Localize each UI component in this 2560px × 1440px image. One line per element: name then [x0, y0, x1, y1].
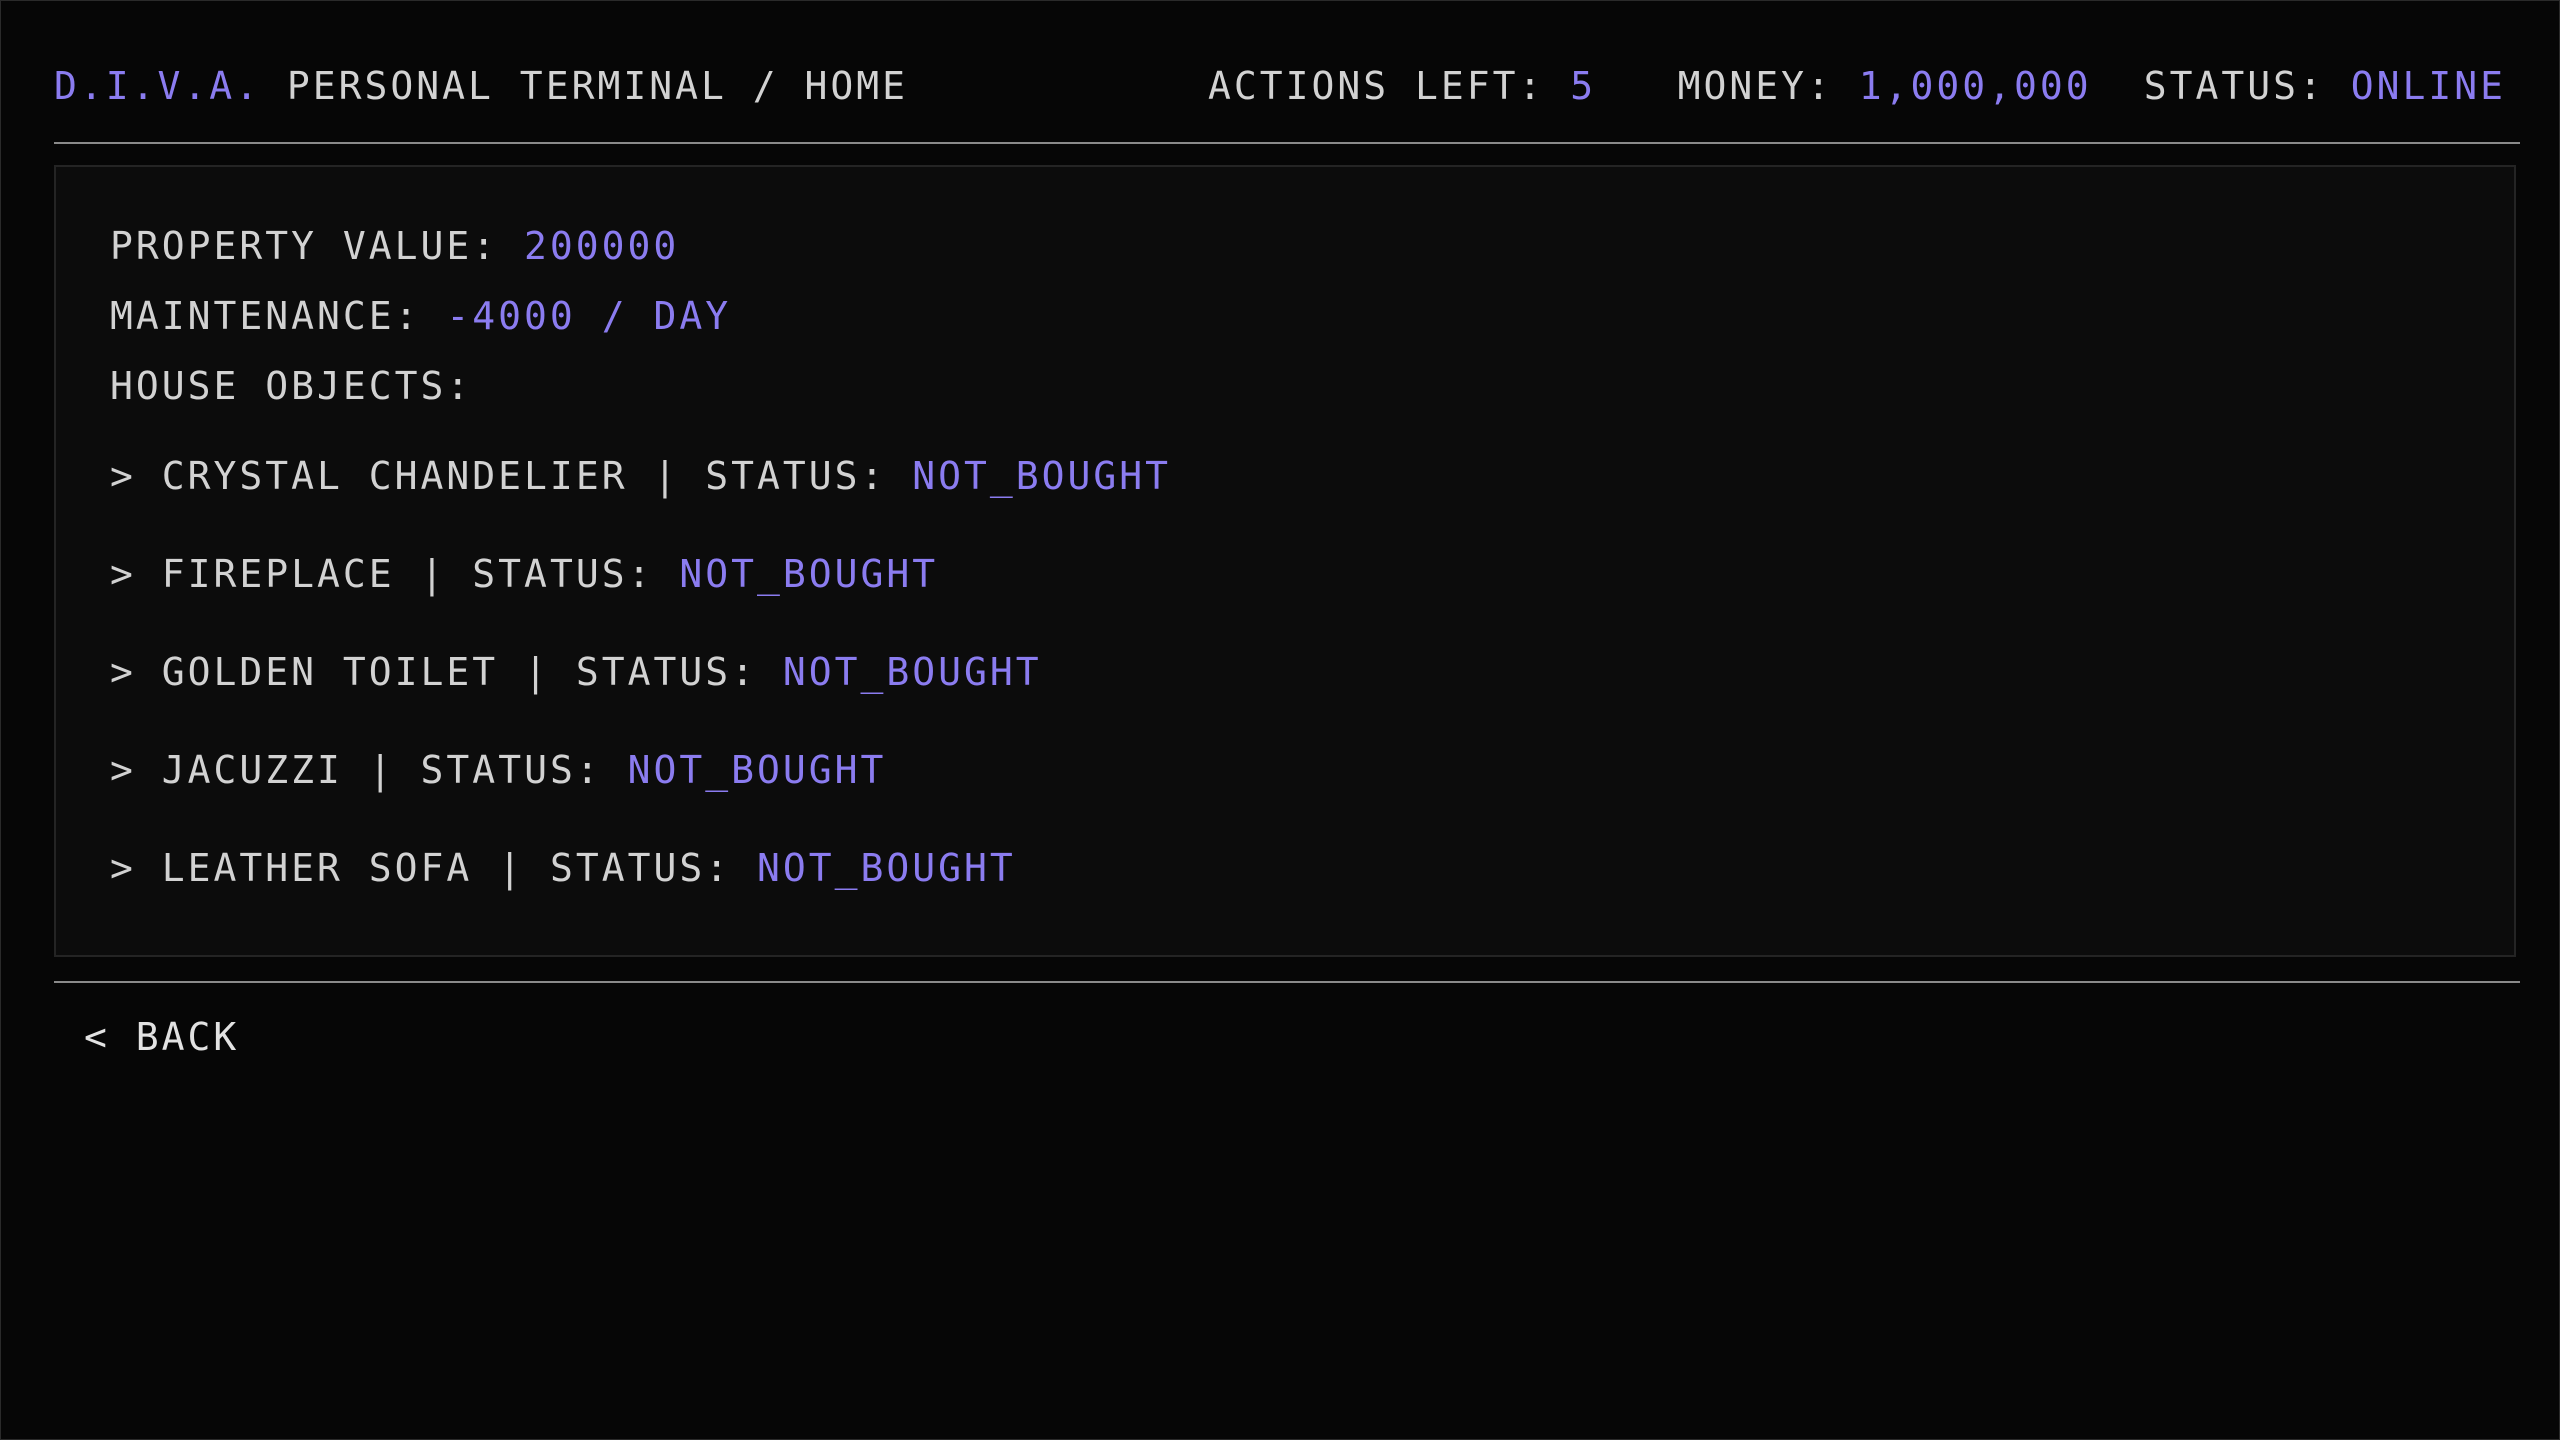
house-object-name: LEATHER SOFA — [161, 846, 473, 890]
breadcrumb-path: PERSONAL TERMINAL / HOME — [261, 64, 908, 108]
status-value: ONLINE — [2350, 64, 2506, 108]
house-object-golden-toilet[interactable]: > GOLDEN TOILET | STATUS: NOT_BOUGHT — [110, 647, 1171, 745]
house-object-name: CRYSTAL CHANDELIER — [161, 454, 628, 498]
breadcrumb: D.I.V.A. PERSONAL TERMINAL / HOME — [54, 56, 908, 116]
actions-left-label: ACTIONS LEFT: — [1208, 64, 1571, 108]
footer-divider — [54, 981, 2520, 983]
house-object-status-label: | STATUS: — [342, 748, 628, 792]
house-object-crystal-chandelier[interactable]: > CRYSTAL CHANDELIER | STATUS: NOT_BOUGH… — [110, 451, 1171, 549]
status-label: STATUS: — [2143, 64, 2351, 108]
money-label: MONEY: — [1677, 64, 1859, 108]
house-object-status: NOT_BOUGHT — [912, 454, 1172, 498]
maintenance-value: -4000 / DAY — [446, 294, 732, 338]
back-button[interactable]: < BACK — [84, 1012, 239, 1062]
list-item-prefix: > — [110, 650, 162, 694]
maintenance-line: MAINTENANCE: -4000 / DAY — [110, 291, 731, 341]
property-value-label: PROPERTY VALUE: — [110, 224, 525, 268]
house-object-status-label: | STATUS: — [498, 650, 783, 694]
house-object-jacuzzi[interactable]: > JACUZZI | STATUS: NOT_BOUGHT — [110, 745, 1171, 843]
house-object-name: JACUZZI — [161, 748, 343, 792]
house-object-name: FIREPLACE — [161, 552, 395, 596]
brand-logo-text: D.I.V.A. — [54, 64, 262, 108]
header-stats: MONEY: 1,000,000 STATUS: ONLINE — [1678, 56, 2506, 116]
list-item-prefix: > — [110, 454, 162, 498]
property-value-line: PROPERTY VALUE: 200000 — [110, 221, 679, 271]
house-objects-heading: HOUSE OBJECTS: — [110, 364, 473, 408]
header-divider — [54, 142, 2520, 144]
house-object-fireplace[interactable]: > FIREPLACE | STATUS: NOT_BOUGHT — [110, 549, 1171, 647]
house-object-status-label: | STATUS: — [627, 454, 913, 498]
house-object-status: NOT_BOUGHT — [782, 650, 1042, 694]
list-item-prefix: > — [110, 846, 162, 890]
money-value: 1,000,000 — [1858, 64, 2092, 108]
actions-left-indicator: ACTIONS LEFT: 5 — [1208, 56, 1596, 116]
house-object-status: NOT_BOUGHT — [756, 846, 1016, 890]
property-panel: PROPERTY VALUE: 200000 MAINTENANCE: -400… — [54, 165, 2516, 957]
house-object-status: NOT_BOUGHT — [679, 552, 939, 596]
property-value: 200000 — [524, 224, 680, 268]
terminal-header: D.I.V.A. PERSONAL TERMINAL / HOME ACTION… — [54, 56, 2506, 116]
house-object-leather-sofa[interactable]: > LEATHER SOFA | STATUS: NOT_BOUGHT — [110, 843, 1171, 941]
list-item-prefix: > — [110, 552, 162, 596]
house-object-name: GOLDEN TOILET — [161, 650, 499, 694]
list-item-prefix: > — [110, 748, 162, 792]
house-objects-list: > CRYSTAL CHANDELIER | STATUS: NOT_BOUGH… — [110, 451, 1171, 941]
house-object-status: NOT_BOUGHT — [627, 748, 887, 792]
maintenance-label: MAINTENANCE: — [110, 294, 447, 338]
house-object-status-label: | STATUS: — [394, 552, 680, 596]
actions-left-value: 5 — [1570, 64, 1597, 108]
house-object-status-label: | STATUS: — [472, 846, 757, 890]
